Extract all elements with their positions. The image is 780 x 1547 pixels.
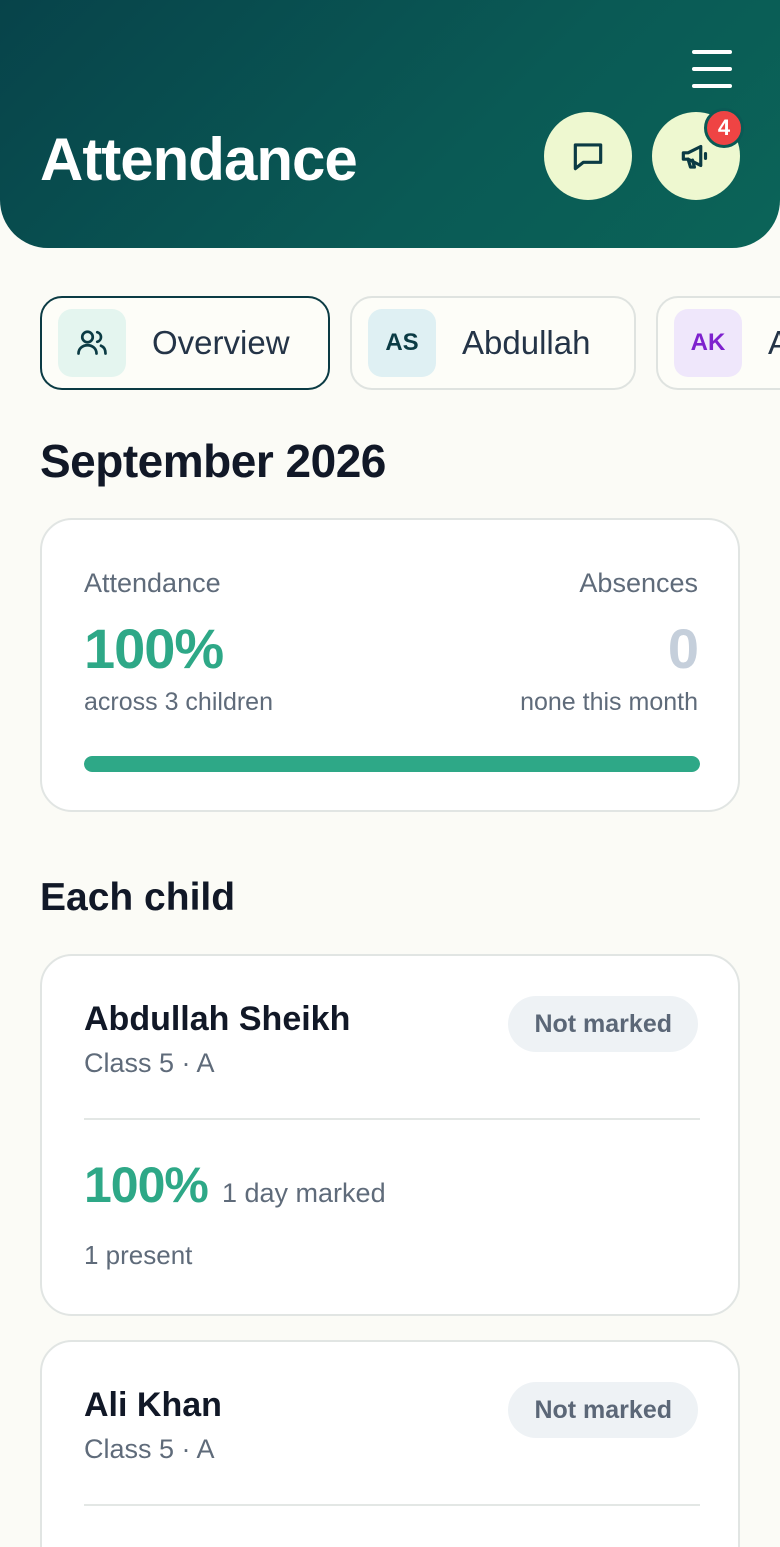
section-title: Each child bbox=[40, 876, 236, 919]
status-badge: Not marked bbox=[508, 1382, 698, 1438]
summary-card: Attendance Absences 100% 0 across 3 chil… bbox=[40, 518, 740, 812]
megaphone-icon bbox=[681, 144, 708, 169]
divider bbox=[84, 1504, 700, 1506]
menu-icon[interactable] bbox=[686, 46, 738, 92]
notification-badge: 4 bbox=[704, 108, 744, 148]
child-class: Class 5 · A bbox=[84, 1434, 215, 1464]
child-attendance-percent: 100% bbox=[84, 1157, 209, 1213]
page-title: Attendance bbox=[40, 126, 358, 193]
child-name: Ali Khan bbox=[84, 1386, 222, 1424]
chat-icon bbox=[573, 143, 603, 171]
divider bbox=[84, 1118, 700, 1120]
absences-subtext: none this month bbox=[520, 688, 698, 716]
tab-label: Ali bbox=[768, 324, 780, 361]
absences-label: Absences bbox=[579, 568, 698, 598]
child-name: Abdullah Sheikh bbox=[84, 1000, 351, 1038]
child-tabs: Overview AS Abdullah AK Ali bbox=[40, 296, 780, 390]
attendance-value: 100% bbox=[84, 617, 224, 680]
attendance-progress-bar bbox=[84, 756, 700, 772]
tab-overview[interactable]: Overview bbox=[40, 296, 330, 390]
attendance-subtext: across 3 children bbox=[84, 688, 273, 716]
status-badge: Not marked bbox=[508, 996, 698, 1052]
absences-value: 0 bbox=[667, 617, 699, 680]
avatar: AK bbox=[674, 309, 742, 377]
child-present-count: 1 present bbox=[84, 1240, 193, 1270]
attendance-label: Attendance bbox=[84, 568, 221, 598]
child-days-marked: 1 day marked bbox=[222, 1178, 386, 1208]
progress-fill bbox=[84, 756, 700, 772]
child-card[interactable]: Abdullah Sheikh Class 5 · A Not marked 1… bbox=[40, 954, 740, 1316]
messages-button[interactable] bbox=[544, 112, 632, 200]
child-card[interactable]: Ali Khan Class 5 · A Not marked bbox=[40, 1340, 740, 1547]
attendance-screen: Attendance 4 Overview AS Abdullah AK A S… bbox=[0, 0, 780, 1547]
child-class: Class 5 · A bbox=[84, 1048, 215, 1078]
month-title: September 2026 bbox=[40, 435, 386, 487]
avatar: AS bbox=[368, 309, 436, 377]
users-icon bbox=[58, 309, 126, 377]
tab-label: Overview bbox=[152, 324, 290, 361]
tab-abdullah[interactable]: AS Abdullah bbox=[350, 296, 636, 390]
tab-label: Abdullah bbox=[462, 324, 591, 361]
app-header: Attendance 4 bbox=[0, 0, 780, 248]
tab-ali[interactable]: AK Ali bbox=[656, 296, 780, 390]
